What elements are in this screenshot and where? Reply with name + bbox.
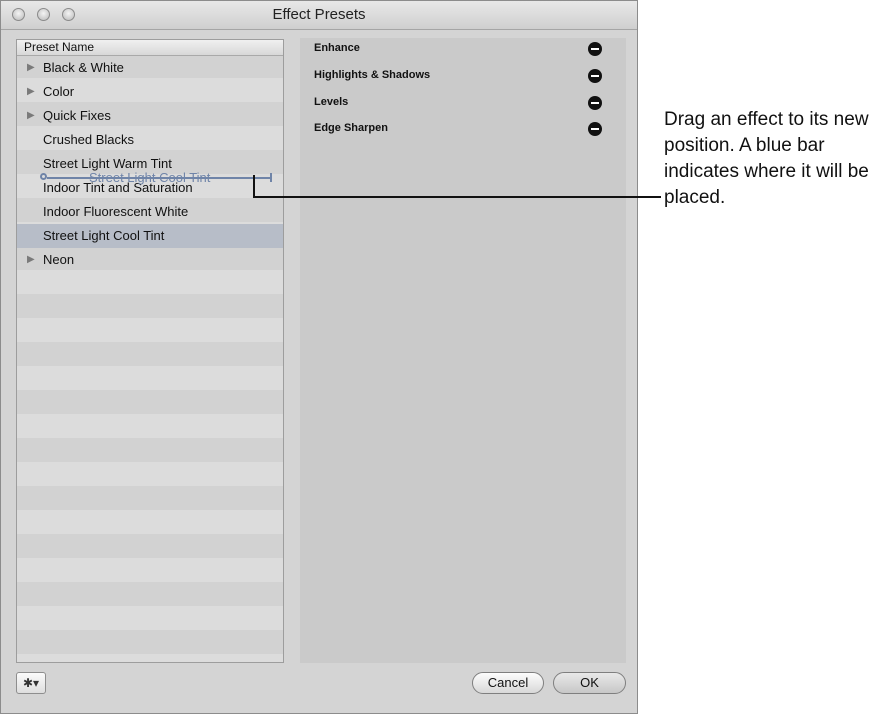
- disclosure-triangle-icon[interactable]: ▶: [27, 56, 35, 80]
- callout-leader-horizontal: [253, 196, 661, 198]
- title-bar: Effect Presets: [1, 1, 637, 30]
- preset-label: Street Light Cool Tint: [43, 228, 165, 243]
- preset-row[interactable]: Indoor Fluorescent White: [17, 200, 283, 224]
- effect-label: Enhance: [314, 42, 360, 54]
- effect-label: Highlights & Shadows: [314, 69, 431, 81]
- gear-menu-button[interactable]: ✱▾: [16, 672, 46, 694]
- effects-list[interactable]: Enhance Highlights & Shadows Levels Edge…: [300, 38, 626, 663]
- effect-presets-window: Effect Presets Preset Name ▶ Black & Whit…: [0, 0, 638, 714]
- callout-text: Drag an effect to its new position. A bl…: [664, 109, 869, 208]
- preset-label: Black & White: [43, 60, 124, 75]
- drag-insertion-dot: [40, 173, 47, 180]
- preset-row[interactable]: ▶ Neon: [17, 248, 283, 272]
- callout-leader-vertical: [253, 175, 255, 198]
- preset-label: Crushed Blacks: [43, 132, 135, 147]
- preset-label: Neon: [43, 252, 75, 267]
- drag-ghost-label: Street Light Cool Tint: [89, 170, 211, 185]
- disclosure-triangle-icon[interactable]: ▶: [27, 80, 35, 104]
- effect-label: Edge Sharpen: [314, 122, 388, 134]
- remove-effect-button[interactable]: [588, 42, 602, 56]
- preset-name-column-header[interactable]: Preset Name: [17, 40, 283, 56]
- remove-effect-button[interactable]: [588, 69, 602, 83]
- window-title: Effect Presets: [272, 6, 366, 23]
- effect-row[interactable]: Levels: [300, 92, 626, 118]
- remove-effect-button[interactable]: [588, 96, 602, 110]
- preset-list[interactable]: Preset Name ▶ Black & White ▶ Color ▶ Quick F…: [16, 39, 284, 663]
- remove-effect-button[interactable]: [588, 122, 602, 136]
- preset-label: Color: [43, 84, 75, 99]
- preset-row[interactable]: ▶ Color: [17, 80, 283, 104]
- effect-row[interactable]: Enhance: [300, 38, 626, 64]
- effect-row[interactable]: Highlights & Shadows: [300, 65, 626, 91]
- disclosure-triangle-icon[interactable]: ▶: [27, 104, 35, 128]
- disclosure-triangle-icon[interactable]: ▶: [27, 248, 35, 272]
- preset-row[interactable]: ▶ Black & White: [17, 56, 283, 80]
- ok-button[interactable]: OK: [553, 672, 626, 694]
- drag-insertion-bar-end: [270, 173, 272, 182]
- preset-rows: ▶ Black & White ▶ Color ▶ Quick Fixes Crushed …: [17, 56, 283, 272]
- effect-label: Levels: [314, 96, 349, 108]
- preset-row[interactable]: Crushed Blacks: [17, 128, 283, 152]
- preset-label: Quick Fixes: [43, 108, 111, 123]
- preset-row[interactable]: Street Light Cool Tint: [17, 224, 283, 248]
- gear-icon: ✱▾: [22, 676, 40, 690]
- cancel-button[interactable]: Cancel: [472, 672, 544, 694]
- preset-label: Indoor Fluorescent White: [43, 204, 189, 219]
- preset-row[interactable]: ▶ Quick Fixes: [17, 104, 283, 128]
- effect-row[interactable]: Edge Sharpen: [300, 118, 626, 144]
